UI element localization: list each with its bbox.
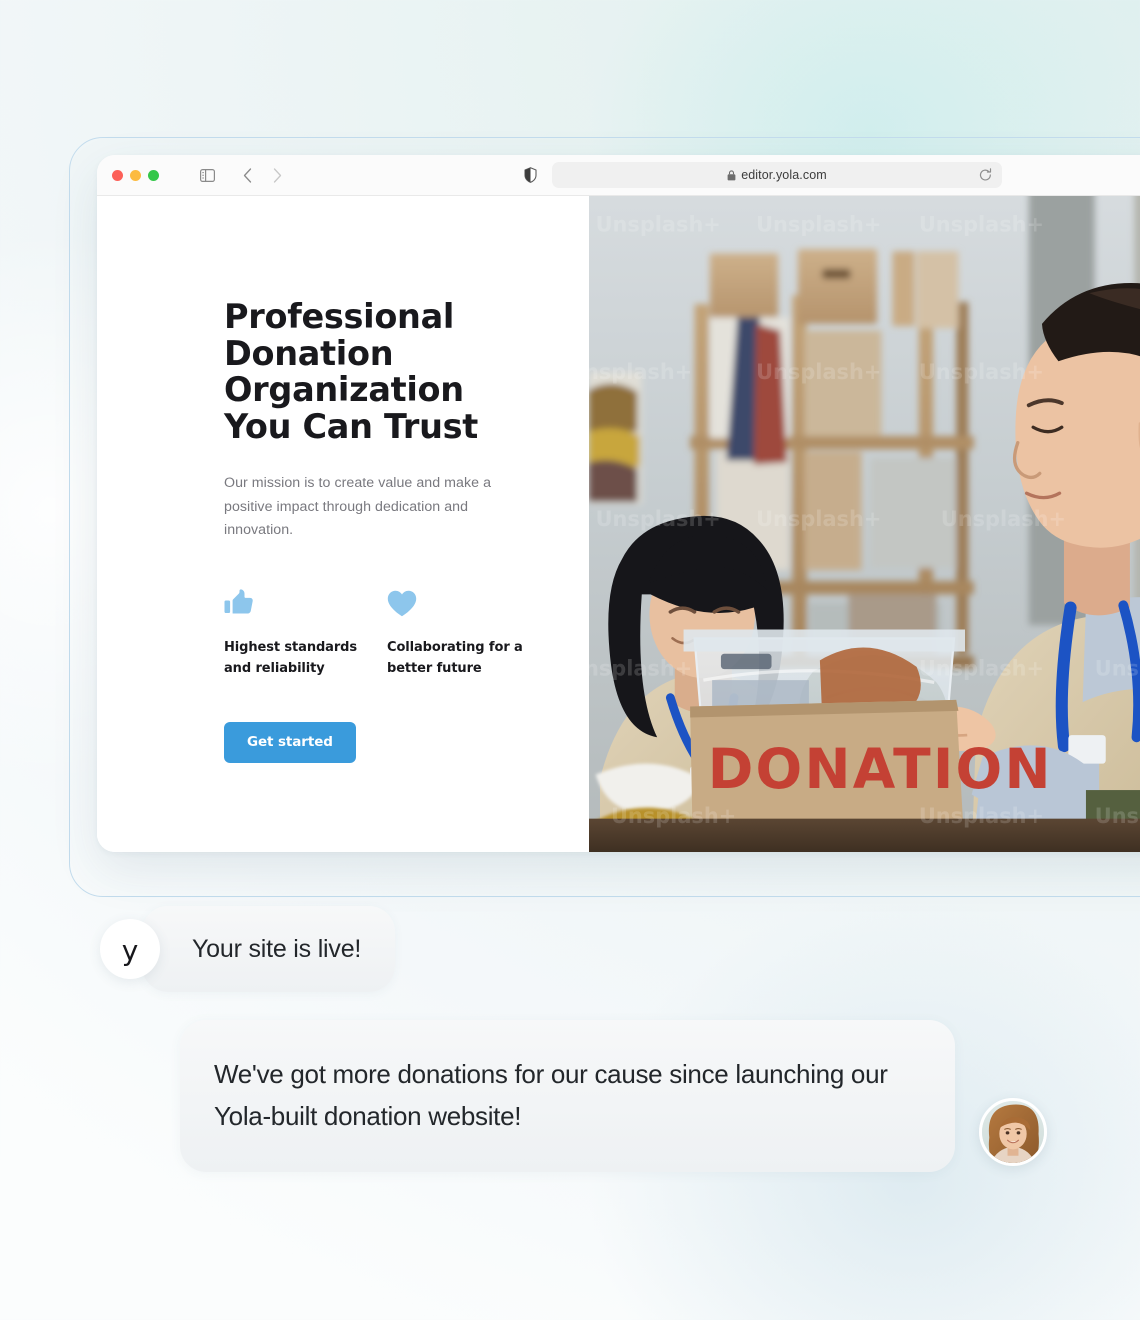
- browser-toolbar: editor.yola.com: [97, 155, 1140, 196]
- svg-text:Unsplash+: Unsplash+: [596, 213, 721, 237]
- thumbs-up-icon: [224, 587, 387, 617]
- svg-text:DONATION: DONATION: [708, 737, 1053, 801]
- page-title: Professional Donation Organization You C…: [224, 297, 479, 446]
- svg-text:Unsplash+: Unsplash+: [589, 360, 692, 384]
- yola-logo-letter: y: [121, 934, 139, 967]
- chat-message-site-live: y Your site is live!: [100, 906, 396, 992]
- hero-subtitle: Our mission is to create value and make …: [224, 475, 492, 538]
- url-text: editor.yola.com: [741, 168, 827, 182]
- forward-button[interactable]: [262, 163, 292, 187]
- testimonial-chat-area: y Your site is live! We've got more dona…: [0, 900, 1140, 1200]
- lock-icon: [727, 169, 736, 181]
- svg-text:Unsplash+: Unsplash+: [756, 213, 881, 237]
- svg-text:Unsplash+: Unsplash+: [941, 507, 1066, 531]
- site-hero-section: Professional Donation Organization You C…: [97, 196, 1140, 852]
- hero-text-column: Professional Donation Organization You C…: [97, 196, 589, 852]
- svg-text:Unsplash+: Unsplash+: [596, 507, 721, 531]
- feature-item-standards: Highest standards and reliability: [224, 587, 387, 680]
- maximize-button[interactable]: [148, 169, 159, 181]
- feature-list: Highest standards and reliability Collab…: [224, 587, 589, 680]
- feature-item-collaboration: Collaborating for a better future: [387, 587, 550, 680]
- svg-text:Unsplash+: Unsplash+: [919, 213, 1044, 237]
- browser-window: editor.yola.com Professional Donation Or…: [97, 155, 1140, 852]
- get-started-button[interactable]: Get started: [224, 721, 356, 763]
- svg-text:Unsplash+: Unsplash+: [919, 360, 1044, 384]
- svg-text:Unsplash+: Unsplash+: [1095, 657, 1140, 681]
- feature-label: Highest standards and reliability: [224, 639, 358, 677]
- reload-icon[interactable]: [979, 168, 992, 182]
- chat-bubble-notification: Your site is live!: [142, 906, 396, 992]
- svg-text:Unsplash+: Unsplash+: [919, 657, 1044, 681]
- svg-text:Unsplash+: Unsplash+: [756, 507, 881, 531]
- heart-icon: [387, 587, 550, 617]
- address-bar[interactable]: editor.yola.com: [552, 162, 1002, 188]
- yola-logo-avatar: y: [100, 919, 160, 979]
- svg-text:Unsplash+: Unsplash+: [756, 360, 881, 384]
- svg-text:Unsplash+: Unsplash+: [919, 804, 1044, 828]
- chat-bubble-testimonial: We've got more donations for our cause s…: [180, 1020, 955, 1172]
- svg-text:Unsplash+: Unsplash+: [611, 804, 736, 828]
- sidebar-toggle-icon[interactable]: [192, 163, 222, 187]
- toolbar-navigation: [192, 163, 292, 187]
- chat-message-testimonial: We've got more donations for our cause s…: [180, 1020, 1080, 1172]
- volunteers-donation-photo: DONATION Unsplash+ Unsplash+ Unsplash+ s…: [589, 196, 1140, 852]
- window-controls: [112, 169, 159, 181]
- svg-text:Unsplash+: Unsplash+: [1095, 804, 1140, 828]
- avatar-portrait: [982, 1101, 1044, 1163]
- close-button[interactable]: [112, 169, 123, 181]
- svg-text:Unsplash+: Unsplash+: [589, 657, 692, 681]
- feature-label: Collaborating for a better future: [387, 639, 523, 677]
- shield-privacy-icon[interactable]: [524, 167, 537, 183]
- back-button[interactable]: [232, 163, 262, 187]
- hero-photo: DONATION Unsplash+ Unsplash+ Unsplash+ s…: [589, 196, 1140, 852]
- user-photo-avatar: [979, 1098, 1047, 1166]
- minimize-button[interactable]: [130, 169, 141, 181]
